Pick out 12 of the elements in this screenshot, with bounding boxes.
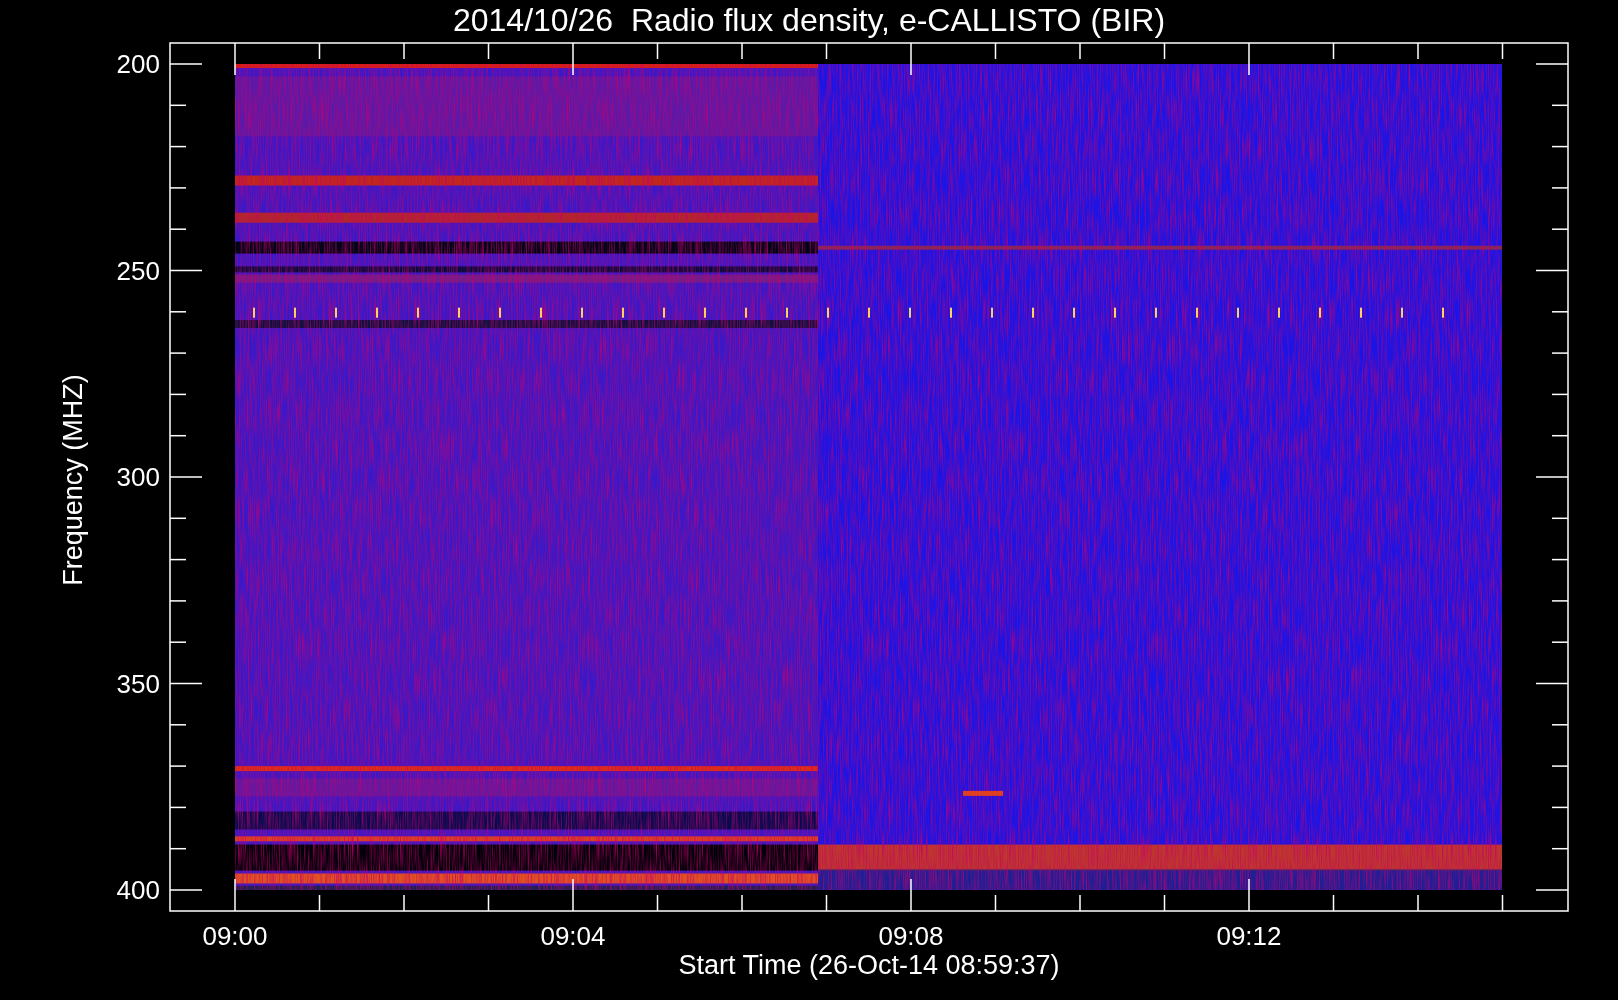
axis-tick-label: 09:12 <box>1216 921 1282 951</box>
axis-tick-label: 350 <box>116 668 160 699</box>
axis-tick-label: 09:08 <box>878 921 944 951</box>
axis-title: Start Time (26-Oct-14 08:59:37) <box>678 950 1060 980</box>
axis-tick-label: 200 <box>116 49 160 79</box>
axis-tick-label: 400 <box>116 875 160 905</box>
axis-tick-label: 09:00 <box>202 921 268 951</box>
axis-title: Frequency (MHZ) <box>58 374 88 586</box>
chart-title: 2014/10/26 Radio flux density, e-CALLISTO (BIR) <box>452 2 1166 38</box>
axis-tick-label: 250 <box>116 255 160 286</box>
axis-tick-label: 09:04 <box>540 921 606 951</box>
axis-tick-label: 300 <box>116 462 160 492</box>
